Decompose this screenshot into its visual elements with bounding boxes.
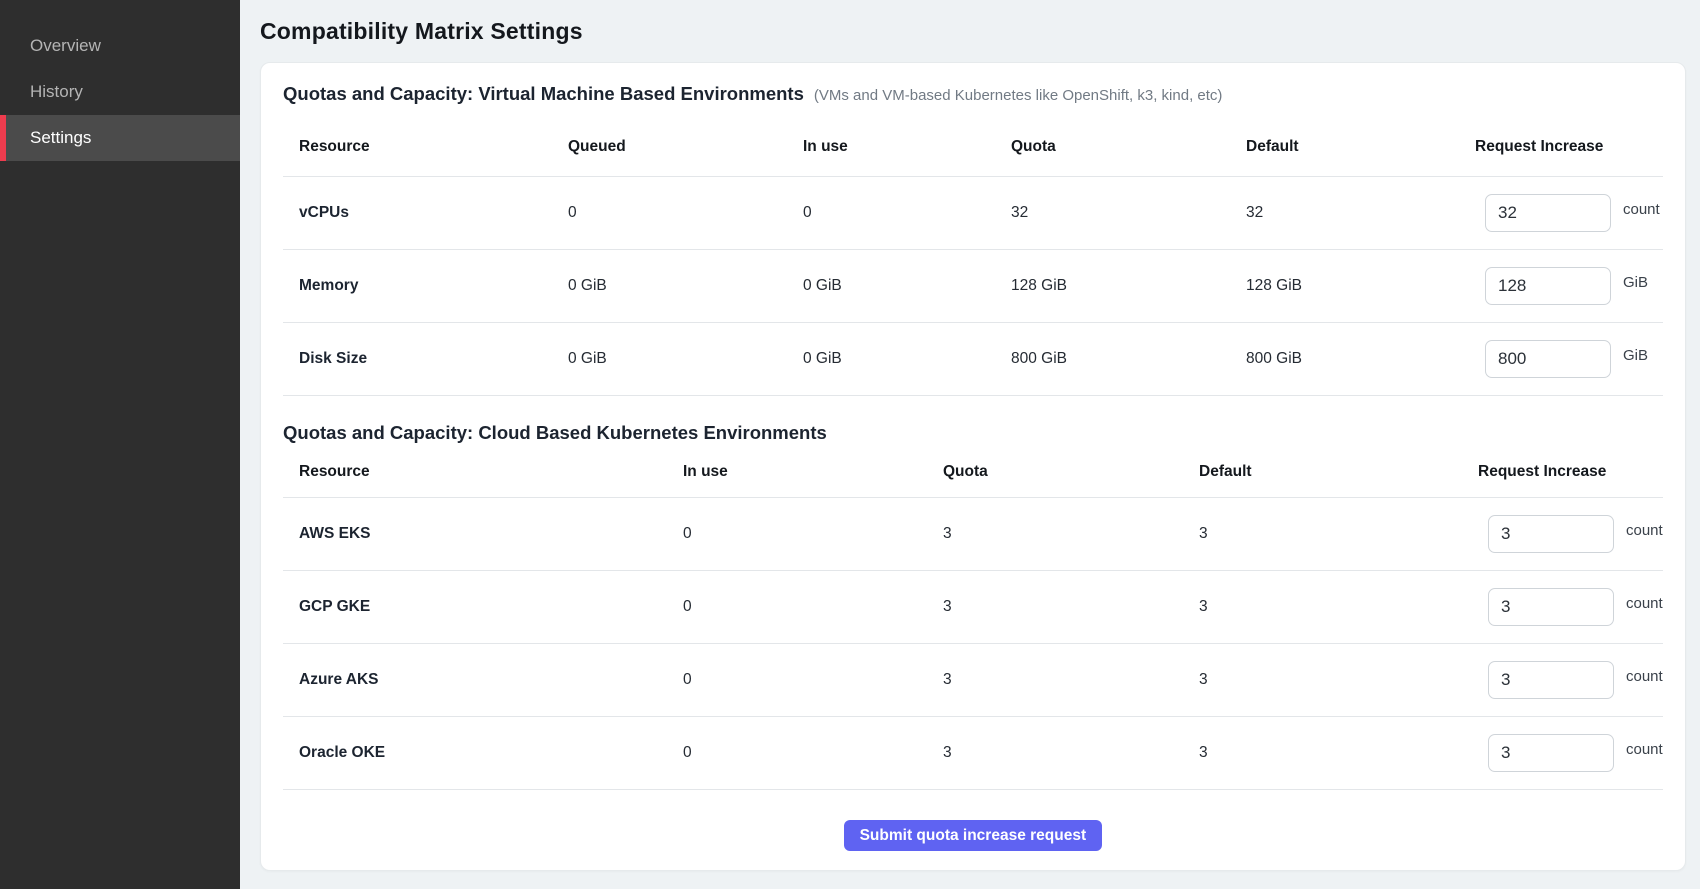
sidebar: Overview History Settings (0, 0, 240, 889)
queued-value: 0 GiB (568, 350, 803, 368)
vm-col-in-use: In use (803, 138, 1011, 156)
queued-value: 0 GiB (568, 277, 803, 295)
k8s-col-resource: Resource (283, 463, 683, 481)
azure-aks-request-input[interactable] (1488, 661, 1614, 699)
default-value: 3 (1199, 525, 1478, 543)
gcp-gke-request-input[interactable] (1488, 588, 1614, 626)
in-use-value: 0 (683, 744, 943, 762)
quota-value: 128 GiB (1011, 277, 1246, 295)
default-value: 3 (1199, 598, 1478, 616)
unit-label: count (1626, 522, 1663, 539)
default-value: 128 GiB (1246, 277, 1475, 295)
sidebar-nav: Overview History Settings (0, 23, 240, 161)
default-value: 3 (1199, 671, 1478, 689)
quota-value: 800 GiB (1011, 350, 1246, 368)
table-row-aws-eks: AWS EKS 0 3 3 count (283, 498, 1663, 571)
in-use-value: 0 (683, 671, 943, 689)
in-use-value: 0 (683, 598, 943, 616)
resource-label: Oracle OKE (283, 744, 683, 762)
resource-label: Disk Size (283, 350, 568, 368)
vm-section-title: Quotas and Capacity: Virtual Machine Bas… (283, 83, 804, 105)
quota-value: 32 (1011, 204, 1246, 222)
table-row-azure-aks: Azure AKS 0 3 3 count (283, 644, 1663, 717)
unit-label: count (1626, 741, 1663, 758)
vm-col-quota: Quota (1011, 138, 1246, 156)
default-value: 3 (1199, 744, 1478, 762)
aws-eks-request-input[interactable] (1488, 515, 1614, 553)
resource-label: AWS EKS (283, 525, 683, 543)
k8s-table-header: Resource In use Quota Default Request In… (283, 446, 1663, 498)
quota-value: 3 (943, 525, 1199, 543)
disk-size-request-input[interactable] (1485, 340, 1611, 378)
queued-value: 0 (568, 204, 803, 222)
vcpus-request-input[interactable] (1485, 194, 1611, 232)
sidebar-item-history[interactable]: History (0, 69, 240, 115)
resource-label: Azure AKS (283, 671, 683, 689)
unit-label: count (1626, 668, 1663, 685)
in-use-value: 0 (803, 204, 1011, 222)
k8s-col-in-use: In use (683, 463, 943, 481)
vm-col-resource: Resource (283, 138, 568, 156)
main-content: Compatibility Matrix Settings Quotas and… (240, 0, 1700, 889)
in-use-value: 0 (683, 525, 943, 543)
vm-section-subtitle: (VMs and VM-based Kubernetes like OpenSh… (814, 87, 1223, 104)
memory-request-input[interactable] (1485, 267, 1611, 305)
unit-label: GiB (1623, 274, 1648, 291)
default-value: 800 GiB (1246, 350, 1475, 368)
k8s-col-request-increase: Request Increase (1478, 463, 1663, 481)
oracle-oke-request-input[interactable] (1488, 734, 1614, 772)
vm-section-heading: Quotas and Capacity: Virtual Machine Bas… (283, 83, 1663, 107)
k8s-section-heading: Quotas and Capacity: Cloud Based Kuberne… (283, 422, 1663, 446)
table-row-memory: Memory 0 GiB 0 GiB 128 GiB 128 GiB GiB (283, 250, 1663, 323)
in-use-value: 0 GiB (803, 277, 1011, 295)
k8s-col-quota: Quota (943, 463, 1199, 481)
unit-label: GiB (1623, 347, 1648, 364)
app-root: Overview History Settings Compatibility … (0, 0, 1700, 889)
k8s-section-title: Quotas and Capacity: Cloud Based Kuberne… (283, 422, 827, 444)
in-use-value: 0 GiB (803, 350, 1011, 368)
table-row-vcpus: vCPUs 0 0 32 32 count (283, 177, 1663, 250)
sidebar-item-settings[interactable]: Settings (0, 115, 240, 161)
k8s-col-default: Default (1199, 463, 1478, 481)
vm-col-default: Default (1246, 138, 1475, 156)
resource-label: GCP GKE (283, 598, 683, 616)
vm-table-header: Resource Queued In use Quota Default Req… (283, 107, 1663, 177)
quota-value: 3 (943, 744, 1199, 762)
table-row-gcp-gke: GCP GKE 0 3 3 count (283, 571, 1663, 644)
settings-card: Quotas and Capacity: Virtual Machine Bas… (260, 62, 1686, 871)
quota-value: 3 (943, 598, 1199, 616)
submit-quota-button[interactable]: Submit quota increase request (844, 820, 1103, 851)
unit-label: count (1623, 201, 1660, 218)
sidebar-item-overview[interactable]: Overview (0, 23, 240, 69)
quota-value: 3 (943, 671, 1199, 689)
vm-col-queued: Queued (568, 138, 803, 156)
resource-label: Memory (283, 277, 568, 295)
unit-label: count (1626, 595, 1663, 612)
page-title: Compatibility Matrix Settings (260, 17, 1686, 45)
table-row-disk-size: Disk Size 0 GiB 0 GiB 800 GiB 800 GiB Gi… (283, 323, 1663, 396)
vm-col-request-increase: Request Increase (1475, 138, 1663, 156)
table-row-oracle-oke: Oracle OKE 0 3 3 count (283, 717, 1663, 790)
default-value: 32 (1246, 204, 1475, 222)
resource-label: vCPUs (283, 204, 568, 222)
